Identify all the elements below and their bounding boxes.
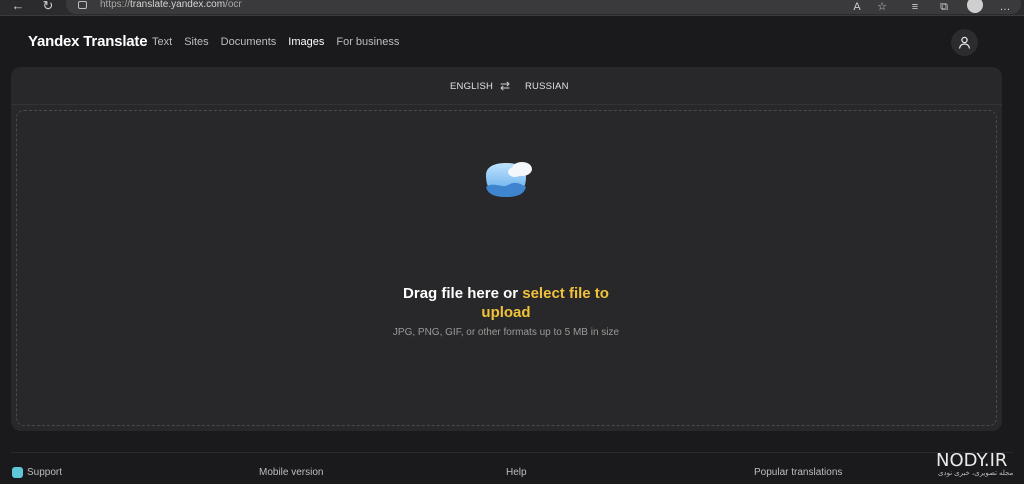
watermark-logo: NODY.IR	[936, 450, 1008, 471]
favorites-list-icon[interactable]: ≡	[908, 1, 922, 13]
footer-support-link[interactable]: Support	[27, 467, 62, 478]
lock-icon	[78, 1, 87, 9]
user-icon	[958, 36, 971, 49]
support-icon[interactable]	[12, 467, 23, 478]
favorite-icon[interactable]: ☆	[875, 1, 889, 13]
nav-documents[interactable]: Documents	[221, 36, 277, 48]
site-logo[interactable]: Yandex Translate	[28, 33, 148, 50]
drop-zone-title: Drag file here or select file to upload	[403, 285, 609, 321]
reload-icon[interactable]: ↻	[40, 0, 56, 14]
nav-sites[interactable]: Sites	[184, 36, 208, 48]
target-language-button[interactable]: RUSSIAN	[525, 81, 569, 92]
footer-divider	[11, 452, 1013, 453]
main-nav: Text Sites Documents Images For business	[152, 36, 399, 48]
footer-mobile-link[interactable]: Mobile version	[259, 467, 323, 478]
nav-text[interactable]: Text	[152, 36, 172, 48]
account-button[interactable]	[951, 29, 978, 56]
image-upload-icon	[486, 162, 532, 197]
back-icon[interactable]: ←	[10, 0, 26, 14]
nav-for-business[interactable]: For business	[336, 36, 399, 48]
browser-toolbar: ← ↻ https://translate.yandex.com/ocr A ☆…	[0, 0, 1024, 16]
footer-popular-link[interactable]: Popular translations	[754, 467, 842, 478]
translator-panel: ENGLISH ⇄ RUSSIAN	[11, 67, 1002, 431]
collections-icon[interactable]: ⧉	[937, 1, 951, 13]
swap-languages-icon[interactable]: ⇄	[500, 79, 510, 93]
source-language-button[interactable]: ENGLISH	[450, 81, 493, 92]
url-text: https://translate.yandex.com/ocr	[100, 0, 242, 10]
language-bar: ENGLISH ⇄ RUSSIAN	[11, 67, 1002, 105]
footer-help-link[interactable]: Help	[506, 467, 527, 478]
read-aloud-icon[interactable]: A	[850, 1, 864, 13]
more-icon[interactable]: …	[998, 1, 1012, 13]
file-format-hint: JPG, PNG, GIF, or other formats up to 5 …	[392, 327, 620, 338]
watermark-subtitle: مجله تصویری، خبری نودی	[938, 470, 1014, 477]
nav-images[interactable]: Images	[288, 36, 324, 48]
